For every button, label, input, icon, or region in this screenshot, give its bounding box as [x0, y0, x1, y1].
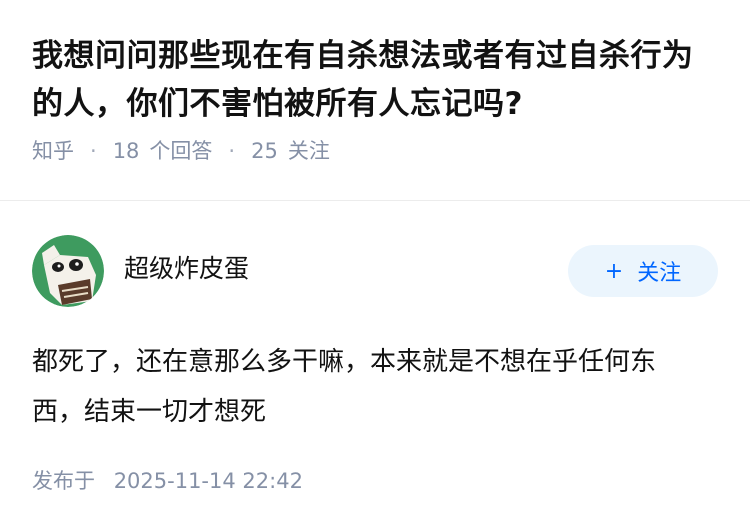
follow-label: 关注 — [637, 261, 682, 286]
question-title[interactable]: 我想问问那些现在有自杀想法或者有过自杀行为的人，你们不害怕被所有人忘记吗? — [32, 32, 722, 128]
separator-dot: · — [228, 139, 236, 163]
author-name[interactable]: 超级炸皮蛋 — [124, 249, 568, 285]
avatar-image — [32, 235, 104, 307]
followers-count: 25 — [251, 139, 278, 163]
answer-content[interactable]: 都死了，还在意那么多干嘛，本来就是不想在乎任何东西，结束一切才想死 — [32, 337, 704, 437]
follow-button[interactable]: + 关注 — [568, 245, 718, 297]
answers-count: 18 — [112, 139, 140, 163]
published-time: 2025-11-14 22:42 — [113, 469, 303, 493]
source-label[interactable]: 知乎 — [32, 136, 74, 166]
avatar[interactable] — [32, 235, 104, 307]
separator-dot: · — [90, 139, 97, 163]
question-header: 我想问问那些现在有自杀想法或者有过自杀行为的人，你们不害怕被所有人忘记吗? 知乎… — [32, 32, 722, 166]
followers-label: 关注 — [287, 139, 330, 163]
publish-info: 发布于 2025-11-14 22:42 — [32, 465, 303, 495]
author-row: 超级炸皮蛋 + 关注 — [32, 235, 718, 307]
answers-label: 个回答 — [149, 139, 213, 163]
section-divider — [0, 200, 750, 201]
published-label: 发布于 — [32, 469, 95, 493]
question-meta: 知乎 · 18 个回答 · 25 关注 — [32, 136, 722, 166]
plus-icon: + — [604, 258, 624, 284]
answer-card: 超级炸皮蛋 + 关注 都死了，还在意那么多干嘛，本来就是不想在乎任何东西，结束一… — [32, 235, 718, 437]
